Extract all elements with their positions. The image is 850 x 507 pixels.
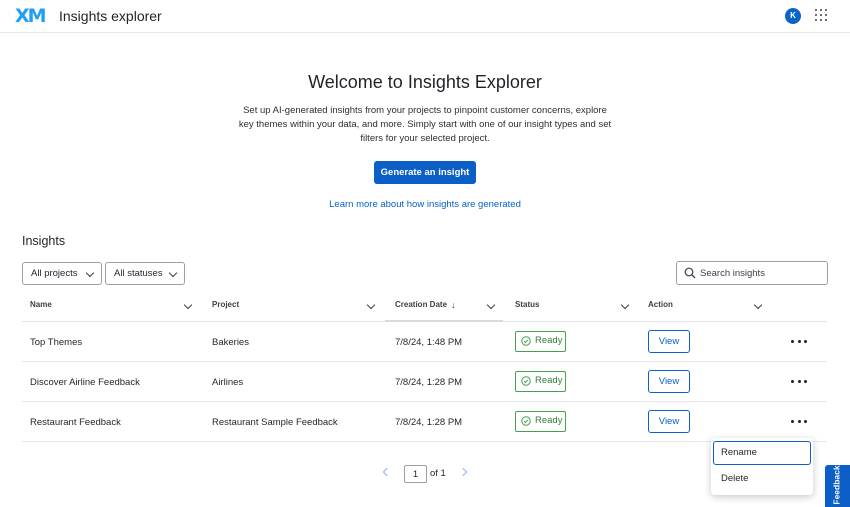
feedback-label: Feedback [831,465,842,505]
column-header-name[interactable]: Name [30,300,52,309]
status-label: Ready [535,335,563,346]
chevron-left-icon[interactable] [382,467,392,477]
insight-date: 7/8/24, 1:48 PM [395,337,463,348]
check-circle-icon [521,376,531,386]
insight-project: Bakeries [212,337,249,348]
view-button[interactable]: View [648,370,690,393]
sorted-column-indicator [385,320,503,322]
insight-date: 7/8/24, 1:28 PM [395,377,463,388]
projects-filter-label: All projects [31,268,78,279]
statuses-filter-label: All statuses [114,268,163,279]
column-header-status[interactable]: Status [515,300,539,309]
chevron-down-icon [168,268,178,278]
status-badge: Ready [515,331,566,352]
check-circle-icon [521,416,531,426]
top-bar: XM Insights explorer K [0,0,850,33]
welcome-title: Welcome to Insights Explorer [308,72,542,92]
apps-grid-icon[interactable] [815,9,829,23]
column-header-action[interactable]: Action [648,300,673,309]
delete-menu-item[interactable]: Delete [713,467,811,491]
check-circle-icon [521,336,531,346]
insight-name: Restaurant Feedback [30,417,121,428]
rename-menu-item[interactable]: Rename [713,441,811,465]
row-divider [22,441,827,442]
status-label: Ready [535,375,563,386]
statuses-filter-dropdown[interactable]: All statuses [105,262,185,285]
feedback-tab[interactable]: Feedback [825,465,850,507]
more-horizontal-icon[interactable] [791,337,807,345]
chevron-down-icon[interactable] [183,300,193,310]
column-header-creation-date[interactable]: Creation Date [395,300,447,309]
page-number-input[interactable] [404,465,427,483]
search-input[interactable] [700,266,820,281]
insight-project: Restaurant Sample Feedback [212,417,338,428]
chevron-down-icon[interactable] [620,300,630,310]
insights-section-title: Insights [22,234,66,248]
search-box[interactable] [676,261,828,285]
insight-project: Airlines [212,377,244,388]
learn-more-link[interactable]: Learn more about how insights are genera… [0,199,850,210]
view-button[interactable]: View [648,410,690,433]
row-divider [22,401,827,402]
xm-logo[interactable]: XM [15,5,47,27]
row-action-menu: Rename Delete [711,438,813,495]
chevron-down-icon[interactable] [366,300,376,310]
insight-date: 7/8/24, 1:28 PM [395,417,463,428]
column-header-project[interactable]: Project [212,300,239,309]
welcome-description: Set up AI-generated insights from your p… [238,105,612,144]
search-icon [684,267,696,279]
page-count: of 1 [430,468,446,479]
view-button[interactable]: View [648,330,690,353]
app-title: Insights explorer [59,8,162,24]
chevron-right-icon[interactable] [458,467,468,477]
projects-filter-dropdown[interactable]: All projects [22,262,102,285]
chevron-down-icon[interactable] [486,300,496,310]
row-divider [22,361,827,362]
chevron-down-icon [85,268,95,278]
generate-insight-button[interactable]: Generate an insight [374,161,476,184]
more-horizontal-icon[interactable] [791,417,807,425]
sort-down-arrow-icon[interactable]: ↓ [451,300,456,310]
insight-name: Top Themes [30,337,83,348]
chevron-down-icon[interactable] [753,300,763,310]
status-badge: Ready [515,411,566,432]
status-label: Ready [535,415,563,426]
insight-name: Discover Airline Feedback [30,377,140,388]
status-badge: Ready [515,371,566,392]
more-horizontal-icon[interactable] [791,377,807,385]
user-avatar[interactable]: K [785,8,801,24]
